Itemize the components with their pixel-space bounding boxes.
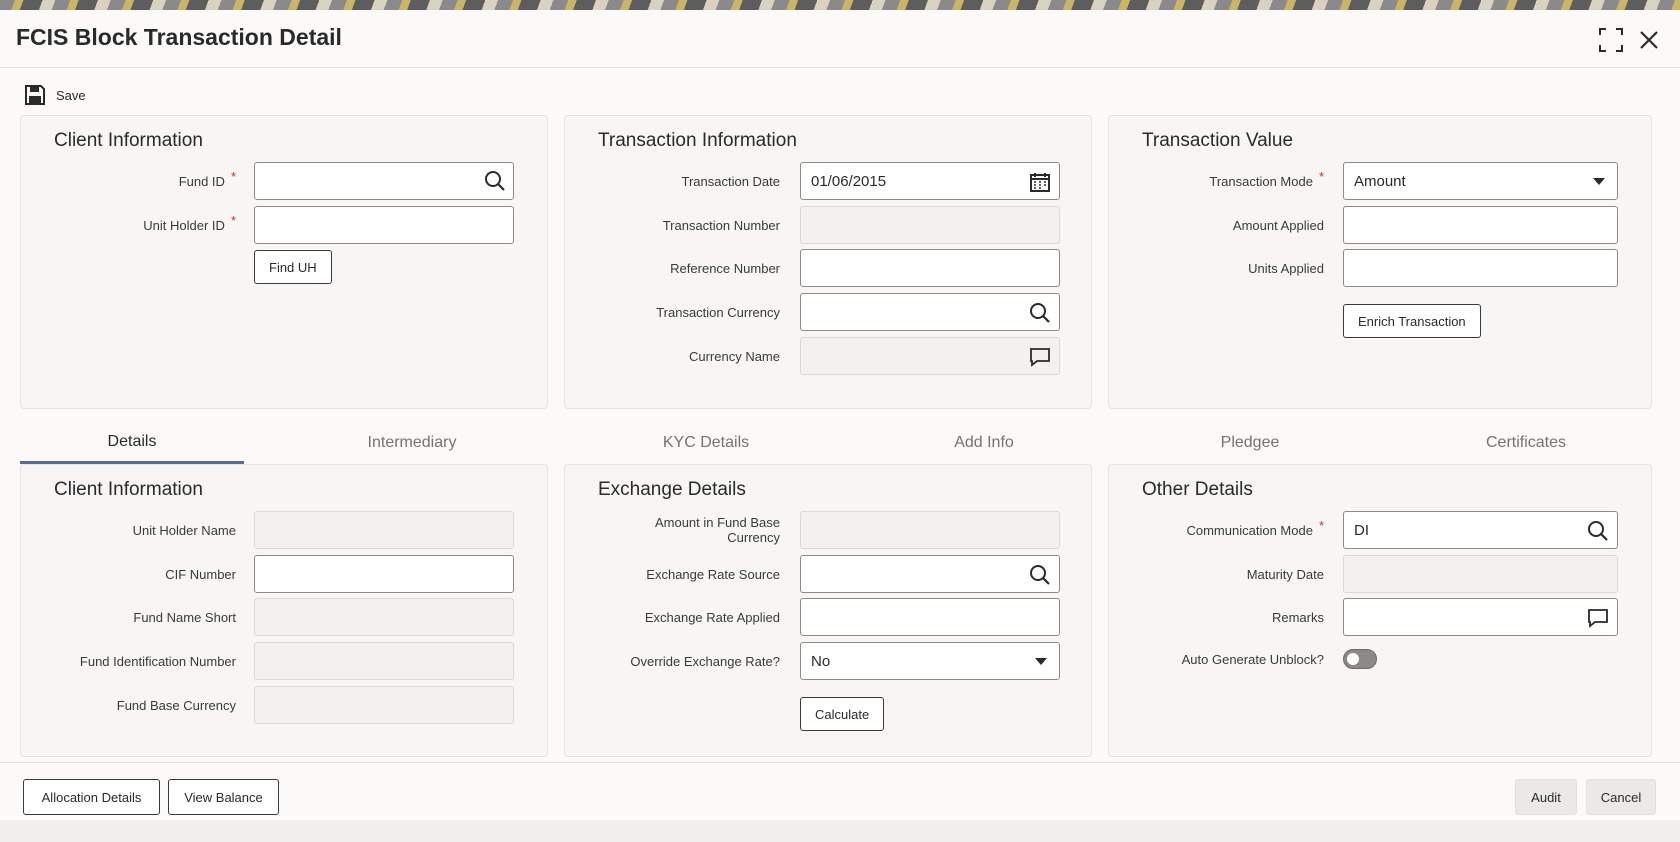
amount-applied-label: Amount Applied [1232,217,1324,233]
search-icon[interactable] [484,170,506,192]
remarks-label: Remarks [1271,609,1324,625]
transaction-value-panel: Transaction Value Transaction Mode * Amou… [1108,115,1652,409]
auto-generate-unblock-label: Auto Generate Unblock? [1181,651,1324,667]
save-button[interactable]: Save [24,80,86,110]
maximize-icon[interactable] [1598,27,1624,53]
tab-kyc-details[interactable]: KYC Details [594,422,818,464]
transaction-number-field [800,206,1060,244]
cancel-button[interactable]: Cancel [1586,779,1656,815]
override-exchange-rate-value: No [811,652,831,670]
currency-name-field [800,337,1060,375]
dialog-footer: Allocation Details View Balance Audit Ca… [0,762,1680,820]
cif-number-label: CIF Number [165,566,236,582]
transaction-mode-select[interactable]: Amount [1343,162,1618,200]
tab-pledgee[interactable]: Pledgee [1138,422,1362,464]
close-icon[interactable] [1636,27,1662,53]
page-title: FCIS Block Transaction Detail [16,24,342,50]
calendar-icon[interactable] [1029,171,1051,193]
comment-icon[interactable] [1587,607,1609,629]
details-client-panel: Client Information Unit Holder Name CIF … [20,464,548,757]
exchange-rate-source-label: Exchange Rate Source [646,566,780,582]
transaction-date-field[interactable]: 01/06/2015 [800,162,1060,200]
units-applied-field[interactable] [1343,249,1618,287]
transaction-currency-label: Transaction Currency [656,304,780,320]
tab-certificates[interactable]: Certificates [1414,422,1638,464]
unit-holder-name-field [254,511,514,549]
chevron-down-icon [1593,178,1605,185]
transaction-date-value: 01/06/2015 [811,172,887,190]
other-details-panel: Other Details Communication Mode * DI Mat… [1108,464,1652,757]
client-information-title: Client Information [54,130,203,151]
save-label: Save [56,87,86,103]
transaction-value-title: Transaction Value [1142,130,1294,151]
dialog-window: FCIS Block Transaction Detail Save Clien… [0,10,1680,820]
transaction-information-title: Transaction Information [598,130,797,151]
search-icon[interactable] [1587,520,1609,542]
amount-applied-field[interactable] [1343,206,1618,244]
exchange-rate-applied-label: Exchange Rate Applied [644,609,780,625]
top-decorative-strip [0,0,1680,10]
enrich-transaction-button[interactable]: Enrich Transaction [1343,304,1481,338]
comment-icon[interactable] [1029,346,1051,368]
fund-identification-number-label: Fund Identification Number [79,653,236,669]
unit-holder-id-label: Unit Holder ID * [143,212,236,233]
fund-base-currency-label: Fund Base Currency [116,697,236,713]
override-exchange-rate-label: Override Exchange Rate? [630,653,780,669]
tab-intermediary[interactable]: Intermediary [300,422,524,464]
exchange-rate-applied-field[interactable] [800,598,1060,636]
tab-add-info[interactable]: Add Info [872,422,1096,464]
view-balance-button[interactable]: View Balance [168,779,279,815]
save-icon [25,85,45,105]
override-exchange-rate-select[interactable]: No [800,642,1060,680]
cif-number-field[interactable] [254,555,514,593]
exchange-details-panel: Exchange Details Amount in Fund Base Cur… [564,464,1092,757]
reference-number-label: Reference Number [670,260,780,276]
search-icon[interactable] [1029,564,1051,586]
find-uh-button[interactable]: Find UH [254,250,332,284]
details-client-title: Client Information [54,479,203,500]
amount-fund-base-label: Amount in Fund Base Currency [654,515,780,545]
exchange-rate-source-field[interactable] [800,555,1060,593]
fund-name-short-field [254,598,514,636]
transaction-currency-field[interactable] [800,293,1060,331]
transaction-number-label: Transaction Number [662,217,780,233]
detail-tabs: Details Intermediary KYC Details Add Inf… [20,422,1652,464]
client-information-panel: Client Information Fund ID * Unit Holder … [20,115,548,409]
currency-name-label: Currency Name [688,348,780,364]
dialog-header: FCIS Block Transaction Detail [0,10,1680,68]
required-marker: * [230,212,236,228]
required-marker: * [230,168,236,184]
remarks-field[interactable] [1343,598,1618,636]
transaction-information-panel: Transaction Information Transaction Date… [564,115,1092,409]
search-icon[interactable] [1029,302,1051,324]
communication-mode-field[interactable]: DI [1343,511,1618,549]
reference-number-field[interactable] [800,249,1060,287]
exchange-details-title: Exchange Details [598,479,746,500]
fund-identification-number-field [254,642,514,680]
required-marker: * [1318,168,1324,184]
transaction-date-label: Transaction Date [681,173,780,189]
fund-id-field[interactable] [254,162,514,200]
calculate-button[interactable]: Calculate [800,697,885,731]
allocation-details-button[interactable]: Allocation Details [23,779,160,815]
units-applied-label: Units Applied [1248,260,1324,276]
fund-name-short-label: Fund Name Short [133,609,236,625]
chevron-down-icon [1035,658,1047,665]
transaction-mode-label: Transaction Mode * [1209,168,1324,189]
communication-mode-label: Communication Mode * [1186,517,1324,538]
maturity-date-label: Maturity Date [1246,566,1324,582]
tab-details[interactable]: Details [20,422,244,464]
communication-mode-value: DI [1354,521,1369,539]
required-marker: * [1318,517,1324,533]
fund-base-currency-field [254,686,514,724]
amount-fund-base-field [800,511,1060,549]
fund-id-label: Fund ID * [178,168,236,189]
unit-holder-name-label: Unit Holder Name [132,522,236,538]
audit-button[interactable]: Audit [1515,779,1577,815]
transaction-mode-value: Amount [1354,172,1406,190]
auto-generate-unblock-toggle[interactable] [1343,649,1377,669]
unit-holder-id-field[interactable] [254,206,514,244]
other-details-title: Other Details [1142,479,1253,500]
maturity-date-field [1343,555,1618,593]
